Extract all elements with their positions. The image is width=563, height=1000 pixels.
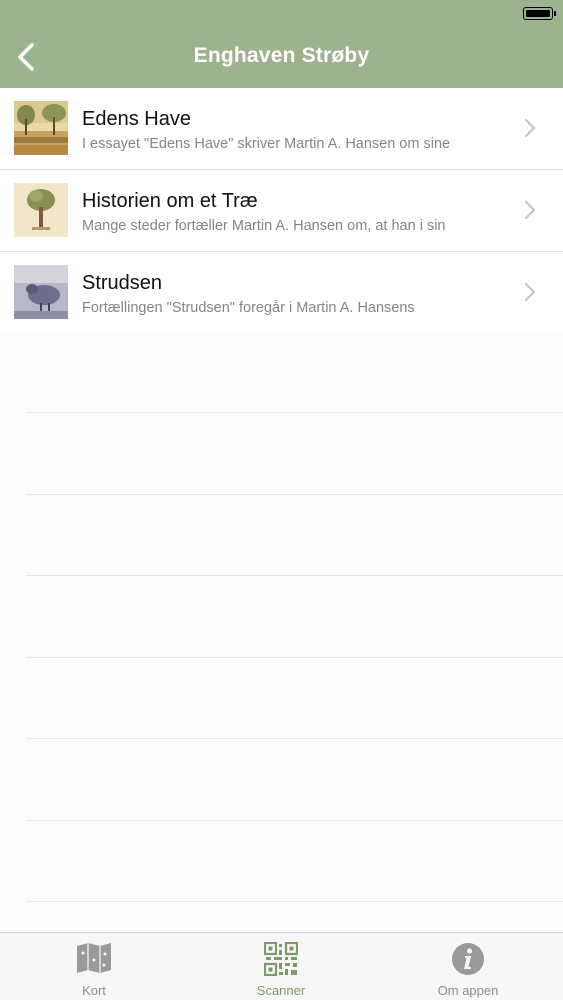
- thumbnail-image: [14, 183, 68, 237]
- nav-bar: Enghaven Strøby: [0, 0, 563, 88]
- empty-list-area: [0, 332, 563, 932]
- tab-label: Kort: [82, 983, 106, 998]
- tab-label: Om appen: [437, 983, 499, 998]
- tab-scanner[interactable]: Scanner: [221, 933, 341, 1000]
- item-title: Historien om et Træ: [82, 190, 258, 212]
- tab-bar: Kort Scanner Om appen: [0, 932, 563, 1000]
- separator: [26, 901, 563, 902]
- item-title: Strudsen: [82, 272, 163, 294]
- list-item-strudsen[interactable]: Strudsen Fortællingen "Strudsen" foregår…: [0, 252, 563, 334]
- chevron-right-icon: [524, 118, 536, 138]
- qr-code-icon: [264, 942, 298, 976]
- thumbnail-image: [14, 265, 68, 319]
- item-title: Edens Have: [82, 108, 191, 130]
- info-icon: [452, 943, 484, 975]
- battery-icon: [523, 7, 556, 20]
- separator: [26, 575, 563, 576]
- tab-kort[interactable]: Kort: [34, 933, 154, 1000]
- separator: [26, 738, 563, 739]
- map-icon: [77, 943, 111, 973]
- separator: [26, 412, 563, 413]
- separator: [26, 657, 563, 658]
- separator: [26, 820, 563, 821]
- chevron-right-icon: [524, 282, 536, 302]
- tab-om-appen[interactable]: Om appen: [408, 933, 528, 1000]
- story-list: Edens Have I essayet "Edens Have" skrive…: [0, 88, 563, 334]
- page-title: Enghaven Strøby: [193, 44, 370, 67]
- thumbnail-image: [14, 101, 68, 155]
- list-item-edens-have[interactable]: Edens Have I essayet "Edens Have" skrive…: [0, 88, 563, 170]
- item-subtitle: I essayet "Edens Have" skriver Martin A.…: [82, 136, 451, 152]
- chevron-right-icon: [524, 200, 536, 220]
- list-item-historien-om-et-trae[interactable]: Historien om et Træ Mange steder fortæll…: [0, 170, 563, 252]
- tab-label: Scanner: [256, 983, 306, 998]
- separator: [26, 494, 563, 495]
- item-subtitle: Fortællingen "Strudsen" foregår i Martin…: [82, 300, 415, 316]
- item-subtitle: Mange steder fortæller Martin A. Hansen …: [82, 218, 446, 234]
